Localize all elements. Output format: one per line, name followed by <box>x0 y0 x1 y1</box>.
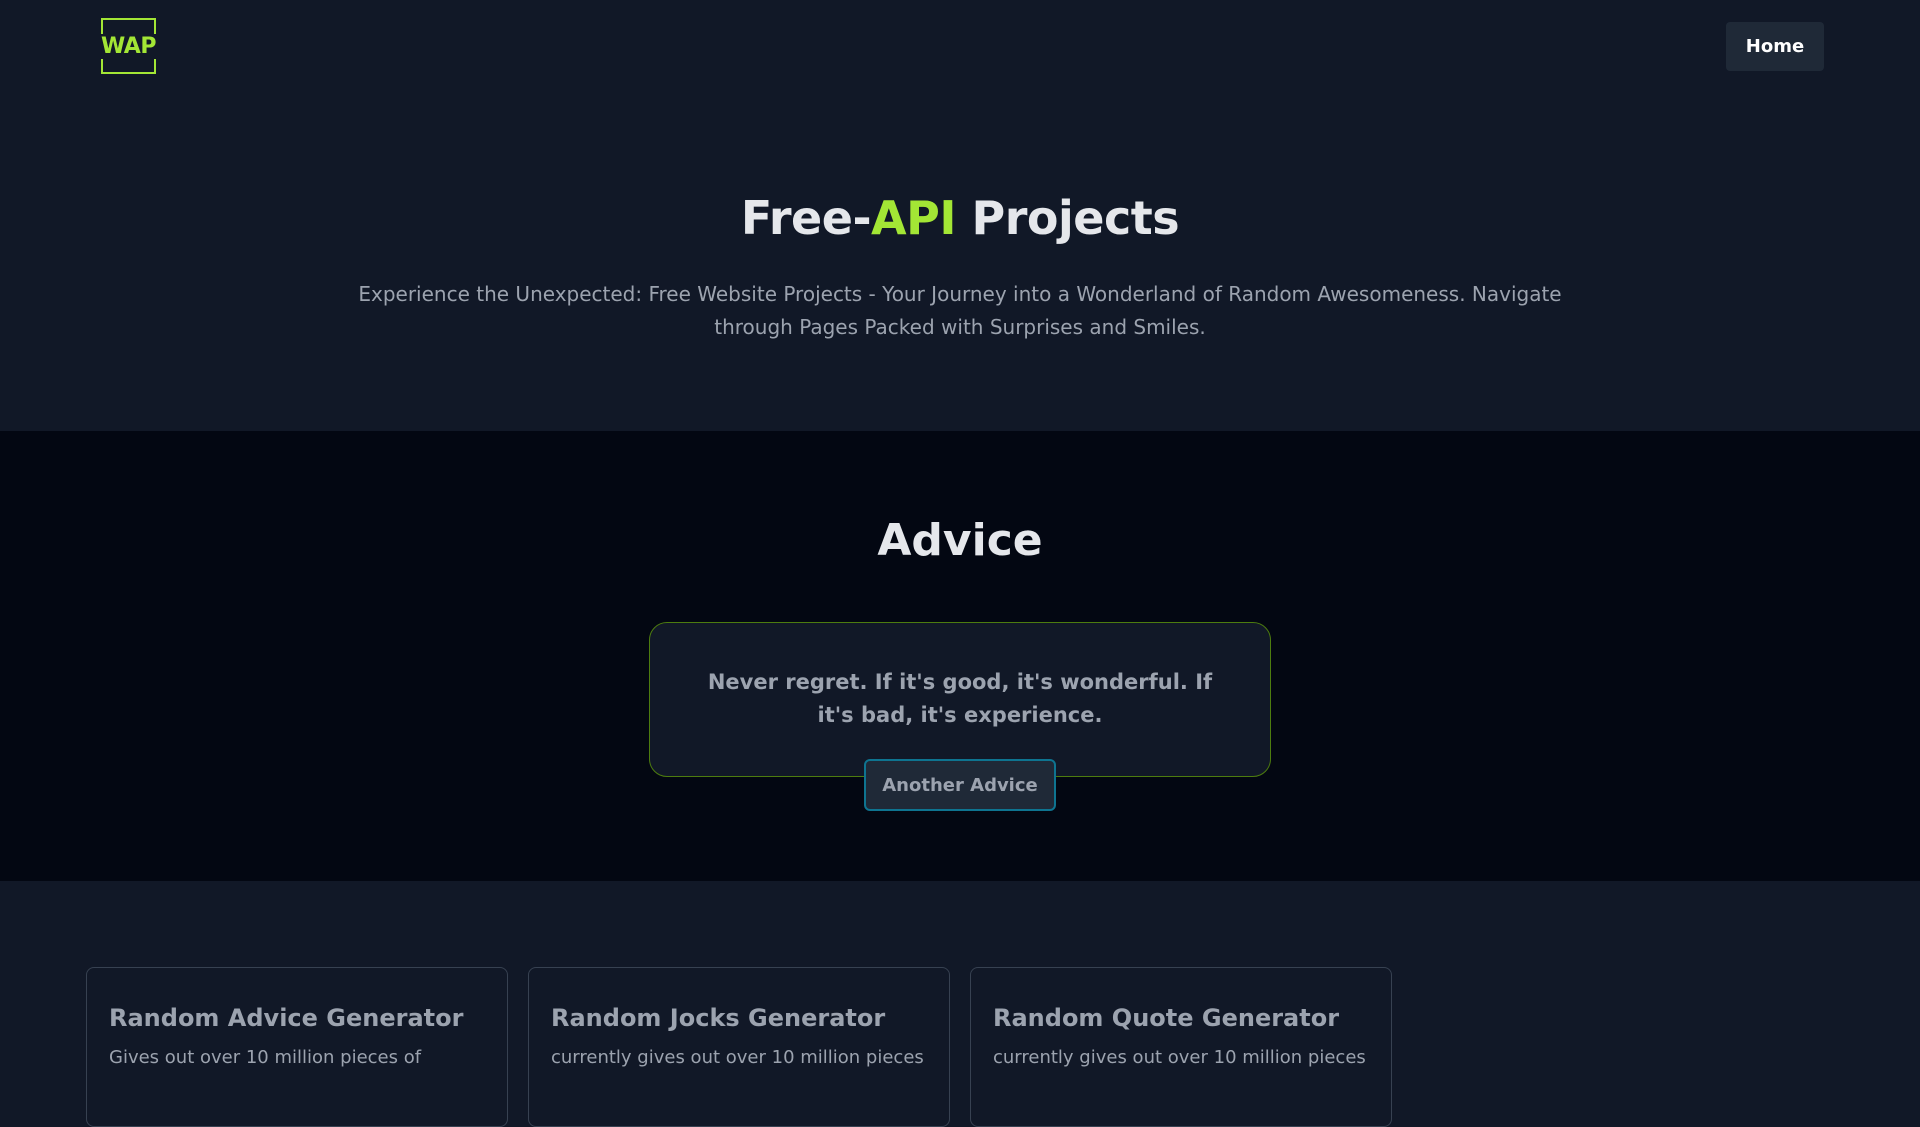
advice-card: Never regret. If it's good, it's wonderf… <box>649 622 1271 777</box>
project-description: currently gives out over 10 million piec… <box>551 1047 924 1068</box>
projects-section: Random Advice Generator Gives out over 1… <box>0 881 1920 1127</box>
project-card-advice[interactable]: Random Advice Generator Gives out over 1… <box>86 967 508 1127</box>
title-suffix: Projects <box>955 191 1180 245</box>
advice-quote: Never regret. If it's good, it's wonderf… <box>707 670 1213 727</box>
title-prefix: Free- <box>740 191 872 245</box>
project-title[interactable]: Random Quote Generator <box>993 1002 1369 1034</box>
hero-description: Experience the Unexpected: Free Website … <box>358 282 1562 339</box>
project-card-quote[interactable]: Random Quote Generator currently gives o… <box>970 967 1392 1127</box>
project-description: Gives out over 10 million pieces of <box>109 1047 422 1068</box>
another-advice-button[interactable]: Another Advice <box>864 759 1056 811</box>
navbar: WAP Home <box>0 0 1920 92</box>
project-description: currently gives out over 10 million piec… <box>993 1047 1366 1068</box>
title-accent: API <box>871 191 956 245</box>
home-button[interactable]: Home <box>1726 22 1824 71</box>
project-title[interactable]: Random Jocks Generator <box>551 1002 927 1034</box>
project-title[interactable]: Random Advice Generator <box>109 1002 485 1034</box>
project-card-jokes[interactable]: Random Jocks Generator currently gives o… <box>528 967 950 1127</box>
logo-text: WAP <box>99 33 158 59</box>
advice-section: Advice Never regret. If it's good, it's … <box>0 431 1920 881</box>
advice-heading: Advice <box>877 515 1043 566</box>
site-logo[interactable]: WAP <box>99 18 158 74</box>
page-title: Free-API Projects <box>0 190 1920 246</box>
hero-section: Free-API Projects Experience the Unexpec… <box>0 92 1920 431</box>
